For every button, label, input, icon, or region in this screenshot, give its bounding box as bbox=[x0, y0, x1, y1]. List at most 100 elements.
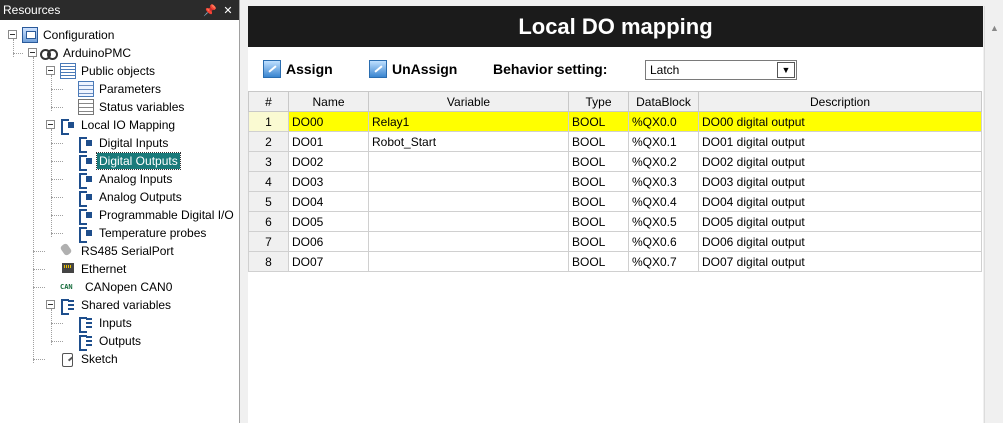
cell-datablock[interactable]: %QX0.5 bbox=[628, 211, 699, 232]
cell-description[interactable]: DO01 digital output bbox=[698, 131, 982, 152]
cell-type[interactable]: BOOL bbox=[568, 251, 629, 272]
collapse-public-objects[interactable] bbox=[46, 66, 55, 75]
column-header-name[interactable]: Name bbox=[288, 91, 369, 112]
shared-icon bbox=[78, 315, 94, 333]
cell-description[interactable]: DO07 digital output bbox=[698, 251, 982, 272]
tree-item-arduinopmc[interactable]: ArduinoPMC bbox=[40, 44, 133, 62]
cell-name[interactable]: DO05 bbox=[288, 211, 369, 232]
serial-icon bbox=[60, 243, 76, 259]
cell-name[interactable]: DO06 bbox=[288, 231, 369, 252]
tree-item-programmable-digital-io[interactable]: Programmable Digital I/O bbox=[78, 206, 236, 225]
cell-name[interactable]: DO02 bbox=[288, 151, 369, 172]
cell-type[interactable]: BOOL bbox=[568, 131, 629, 152]
tree-item-shared-variables[interactable]: Shared variables bbox=[60, 296, 173, 315]
cell-variable[interactable] bbox=[368, 151, 569, 172]
cell-datablock[interactable]: %QX0.3 bbox=[628, 171, 699, 192]
column-header-num[interactable]: # bbox=[248, 91, 289, 112]
tree-item-shared-outputs[interactable]: Outputs bbox=[78, 332, 143, 351]
tree-item-status-variables[interactable]: Status variables bbox=[78, 98, 186, 116]
cell-name[interactable]: DO03 bbox=[288, 171, 369, 192]
tree-item-local-io-mapping[interactable]: Local IO Mapping bbox=[60, 116, 177, 135]
scroll-up-icon[interactable]: ▲ bbox=[985, 23, 1003, 33]
cell-type[interactable]: BOOL bbox=[568, 211, 629, 232]
tree-item-analog-inputs[interactable]: Analog Inputs bbox=[78, 170, 174, 189]
tree-item-temperature-probes[interactable]: Temperature probes bbox=[78, 224, 208, 243]
cell-variable[interactable]: Relay1 bbox=[368, 111, 569, 132]
cell-description[interactable]: DO00 digital output bbox=[698, 111, 982, 132]
cell-name[interactable]: DO00 bbox=[288, 111, 369, 132]
row-number: 7 bbox=[248, 231, 289, 252]
list-icon bbox=[60, 63, 76, 79]
table-row[interactable]: 1 DO00 Relay1 BOOL %QX0.0 DO00 digital o… bbox=[248, 111, 982, 132]
row-number: 5 bbox=[248, 191, 289, 212]
cell-variable[interactable]: Robot_Start bbox=[368, 131, 569, 152]
table-row[interactable]: 6 DO05 BOOL %QX0.5 DO05 digital output bbox=[248, 211, 982, 232]
tree-item-digital-inputs[interactable]: Digital Inputs bbox=[78, 134, 170, 153]
tree-item-rs485-serialport[interactable]: RS485 SerialPort bbox=[60, 242, 176, 260]
column-header-type[interactable]: Type bbox=[568, 91, 629, 112]
tree-item-sketch[interactable]: Sketch bbox=[60, 350, 120, 368]
tree-item-digital-outputs[interactable]: Digital Outputs bbox=[78, 152, 181, 171]
behavior-setting-value: Latch bbox=[650, 63, 680, 77]
cell-variable[interactable] bbox=[368, 251, 569, 272]
tree-item-public-objects[interactable]: Public objects bbox=[60, 62, 157, 80]
cell-datablock[interactable]: %QX0.1 bbox=[628, 131, 699, 152]
unassign-button[interactable]: UnAssign bbox=[369, 59, 457, 79]
io-icon bbox=[60, 117, 76, 135]
cell-type[interactable]: BOOL bbox=[568, 231, 629, 252]
cell-type[interactable]: BOOL bbox=[568, 171, 629, 192]
column-header-datablock[interactable]: DataBlock bbox=[628, 91, 699, 112]
row-number: 3 bbox=[248, 151, 289, 172]
collapse-local-io[interactable] bbox=[46, 120, 55, 129]
column-header-variable[interactable]: Variable bbox=[368, 91, 569, 112]
cell-type[interactable]: BOOL bbox=[568, 151, 629, 172]
cell-type[interactable]: BOOL bbox=[568, 111, 629, 132]
table-row[interactable]: 7 DO06 BOOL %QX0.6 DO06 digital output bbox=[248, 231, 982, 252]
tree-item-shared-inputs[interactable]: Inputs bbox=[78, 314, 134, 333]
assign-button[interactable]: Assign bbox=[263, 59, 333, 79]
table-row[interactable]: 8 DO07 BOOL %QX0.7 DO07 digital output bbox=[248, 251, 982, 272]
cell-datablock[interactable]: %QX0.2 bbox=[628, 151, 699, 172]
cell-datablock[interactable]: %QX0.6 bbox=[628, 231, 699, 252]
cell-datablock[interactable]: %QX0.7 bbox=[628, 251, 699, 272]
cell-datablock[interactable]: %QX0.0 bbox=[628, 111, 699, 132]
cell-description[interactable]: DO04 digital output bbox=[698, 191, 982, 212]
cell-description[interactable]: DO06 digital output bbox=[698, 231, 982, 252]
close-icon[interactable]: ✕ bbox=[221, 4, 235, 17]
table-row[interactable]: 3 DO02 BOOL %QX0.2 DO02 digital output bbox=[248, 151, 982, 172]
table-row[interactable]: 4 DO03 BOOL %QX0.3 DO03 digital output bbox=[248, 171, 982, 192]
cell-variable[interactable] bbox=[368, 191, 569, 212]
cell-variable[interactable] bbox=[368, 171, 569, 192]
collapse-shared-variables[interactable] bbox=[46, 300, 55, 309]
unassign-icon bbox=[369, 60, 387, 78]
cell-variable[interactable] bbox=[368, 231, 569, 252]
column-header-description[interactable]: Description bbox=[698, 91, 982, 112]
cell-name[interactable]: DO07 bbox=[288, 251, 369, 272]
cell-variable[interactable] bbox=[368, 211, 569, 232]
table-row[interactable]: 2 DO01 Robot_Start BOOL %QX0.1 DO01 digi… bbox=[248, 131, 982, 152]
cell-name[interactable]: DO04 bbox=[288, 191, 369, 212]
table-header-row: # Name Variable Type DataBlock Descripti… bbox=[248, 91, 982, 112]
cell-type[interactable]: BOOL bbox=[568, 191, 629, 212]
tree-item-ethernet[interactable]: Ethernet bbox=[60, 260, 128, 278]
row-number: 8 bbox=[248, 251, 289, 272]
chevron-down-icon[interactable]: ▼ bbox=[777, 62, 795, 78]
row-number: 2 bbox=[248, 131, 289, 152]
toolbar: Assign UnAssign Behavior setting: Latch … bbox=[248, 47, 983, 91]
tree-item-analog-outputs[interactable]: Analog Outputs bbox=[78, 188, 184, 207]
cell-description[interactable]: DO02 digital output bbox=[698, 151, 982, 172]
cell-datablock[interactable]: %QX0.4 bbox=[628, 191, 699, 212]
behavior-setting-select[interactable]: Latch ▼ bbox=[645, 60, 797, 80]
tree-item-canopen-can0[interactable]: CAN CANopen CAN0 bbox=[60, 278, 174, 296]
collapse-configuration[interactable] bbox=[8, 30, 17, 39]
collapse-arduinopmc[interactable] bbox=[28, 48, 37, 57]
vertical-scrollbar[interactable]: ▲ bbox=[984, 6, 1003, 423]
resources-tree: Configuration ArduinoPMC Public objects … bbox=[0, 22, 239, 422]
table-row[interactable]: 5 DO04 BOOL %QX0.4 DO04 digital output bbox=[248, 191, 982, 212]
tree-item-configuration[interactable]: Configuration bbox=[22, 26, 116, 44]
cell-description[interactable]: DO03 digital output bbox=[698, 171, 982, 192]
tree-item-parameters[interactable]: Parameters bbox=[78, 80, 163, 98]
cell-description[interactable]: DO05 digital output bbox=[698, 211, 982, 232]
pin-icon[interactable]: 📌 bbox=[203, 4, 217, 17]
cell-name[interactable]: DO01 bbox=[288, 131, 369, 152]
